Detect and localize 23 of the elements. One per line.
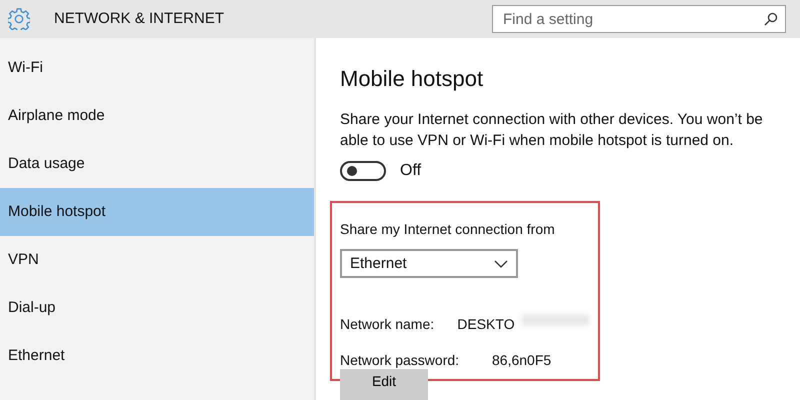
page-title: NETWORK & INTERNET [54,8,224,29]
settings-icon [8,8,30,30]
edit-button[interactable]: Edit [340,369,428,400]
field-label: Network password: [340,351,460,370]
page-heading: Mobile hotspot [340,66,484,92]
connection-dropdown[interactable]: Ethernet [340,249,518,278]
sidebar-item[interactable]: Dial-up [0,284,314,332]
field-label: Network name: [340,315,436,334]
field-value: DESKTO [457,315,515,334]
toggle-label: Off [400,161,422,182]
sidebar-item[interactable]: Data usage [0,140,314,188]
sidebar-item[interactable]: Airplane mode [0,92,314,140]
search-field[interactable]: Find a setting [492,5,786,33]
chevron-icon [494,260,508,268]
sidebar-item[interactable]: Ethernet [0,332,314,380]
sidebar-item[interactable]: Mobile hotspot [0,188,314,236]
toggle-switch[interactable] [340,161,386,182]
sidebar-item[interactable]: VPN [0,236,314,284]
description-text: Share your Internet connection with other devices. You won’t be able to use VPN or Wi-Fi when mobile hotspot is turned on. [340,110,764,152]
share-label: Share my Internet connection from [340,220,555,240]
field-value: 86,6n0F5 [492,351,552,370]
search-icon[interactable] [764,12,778,26]
sidebar-item[interactable]: Wi-Fi [0,44,314,92]
